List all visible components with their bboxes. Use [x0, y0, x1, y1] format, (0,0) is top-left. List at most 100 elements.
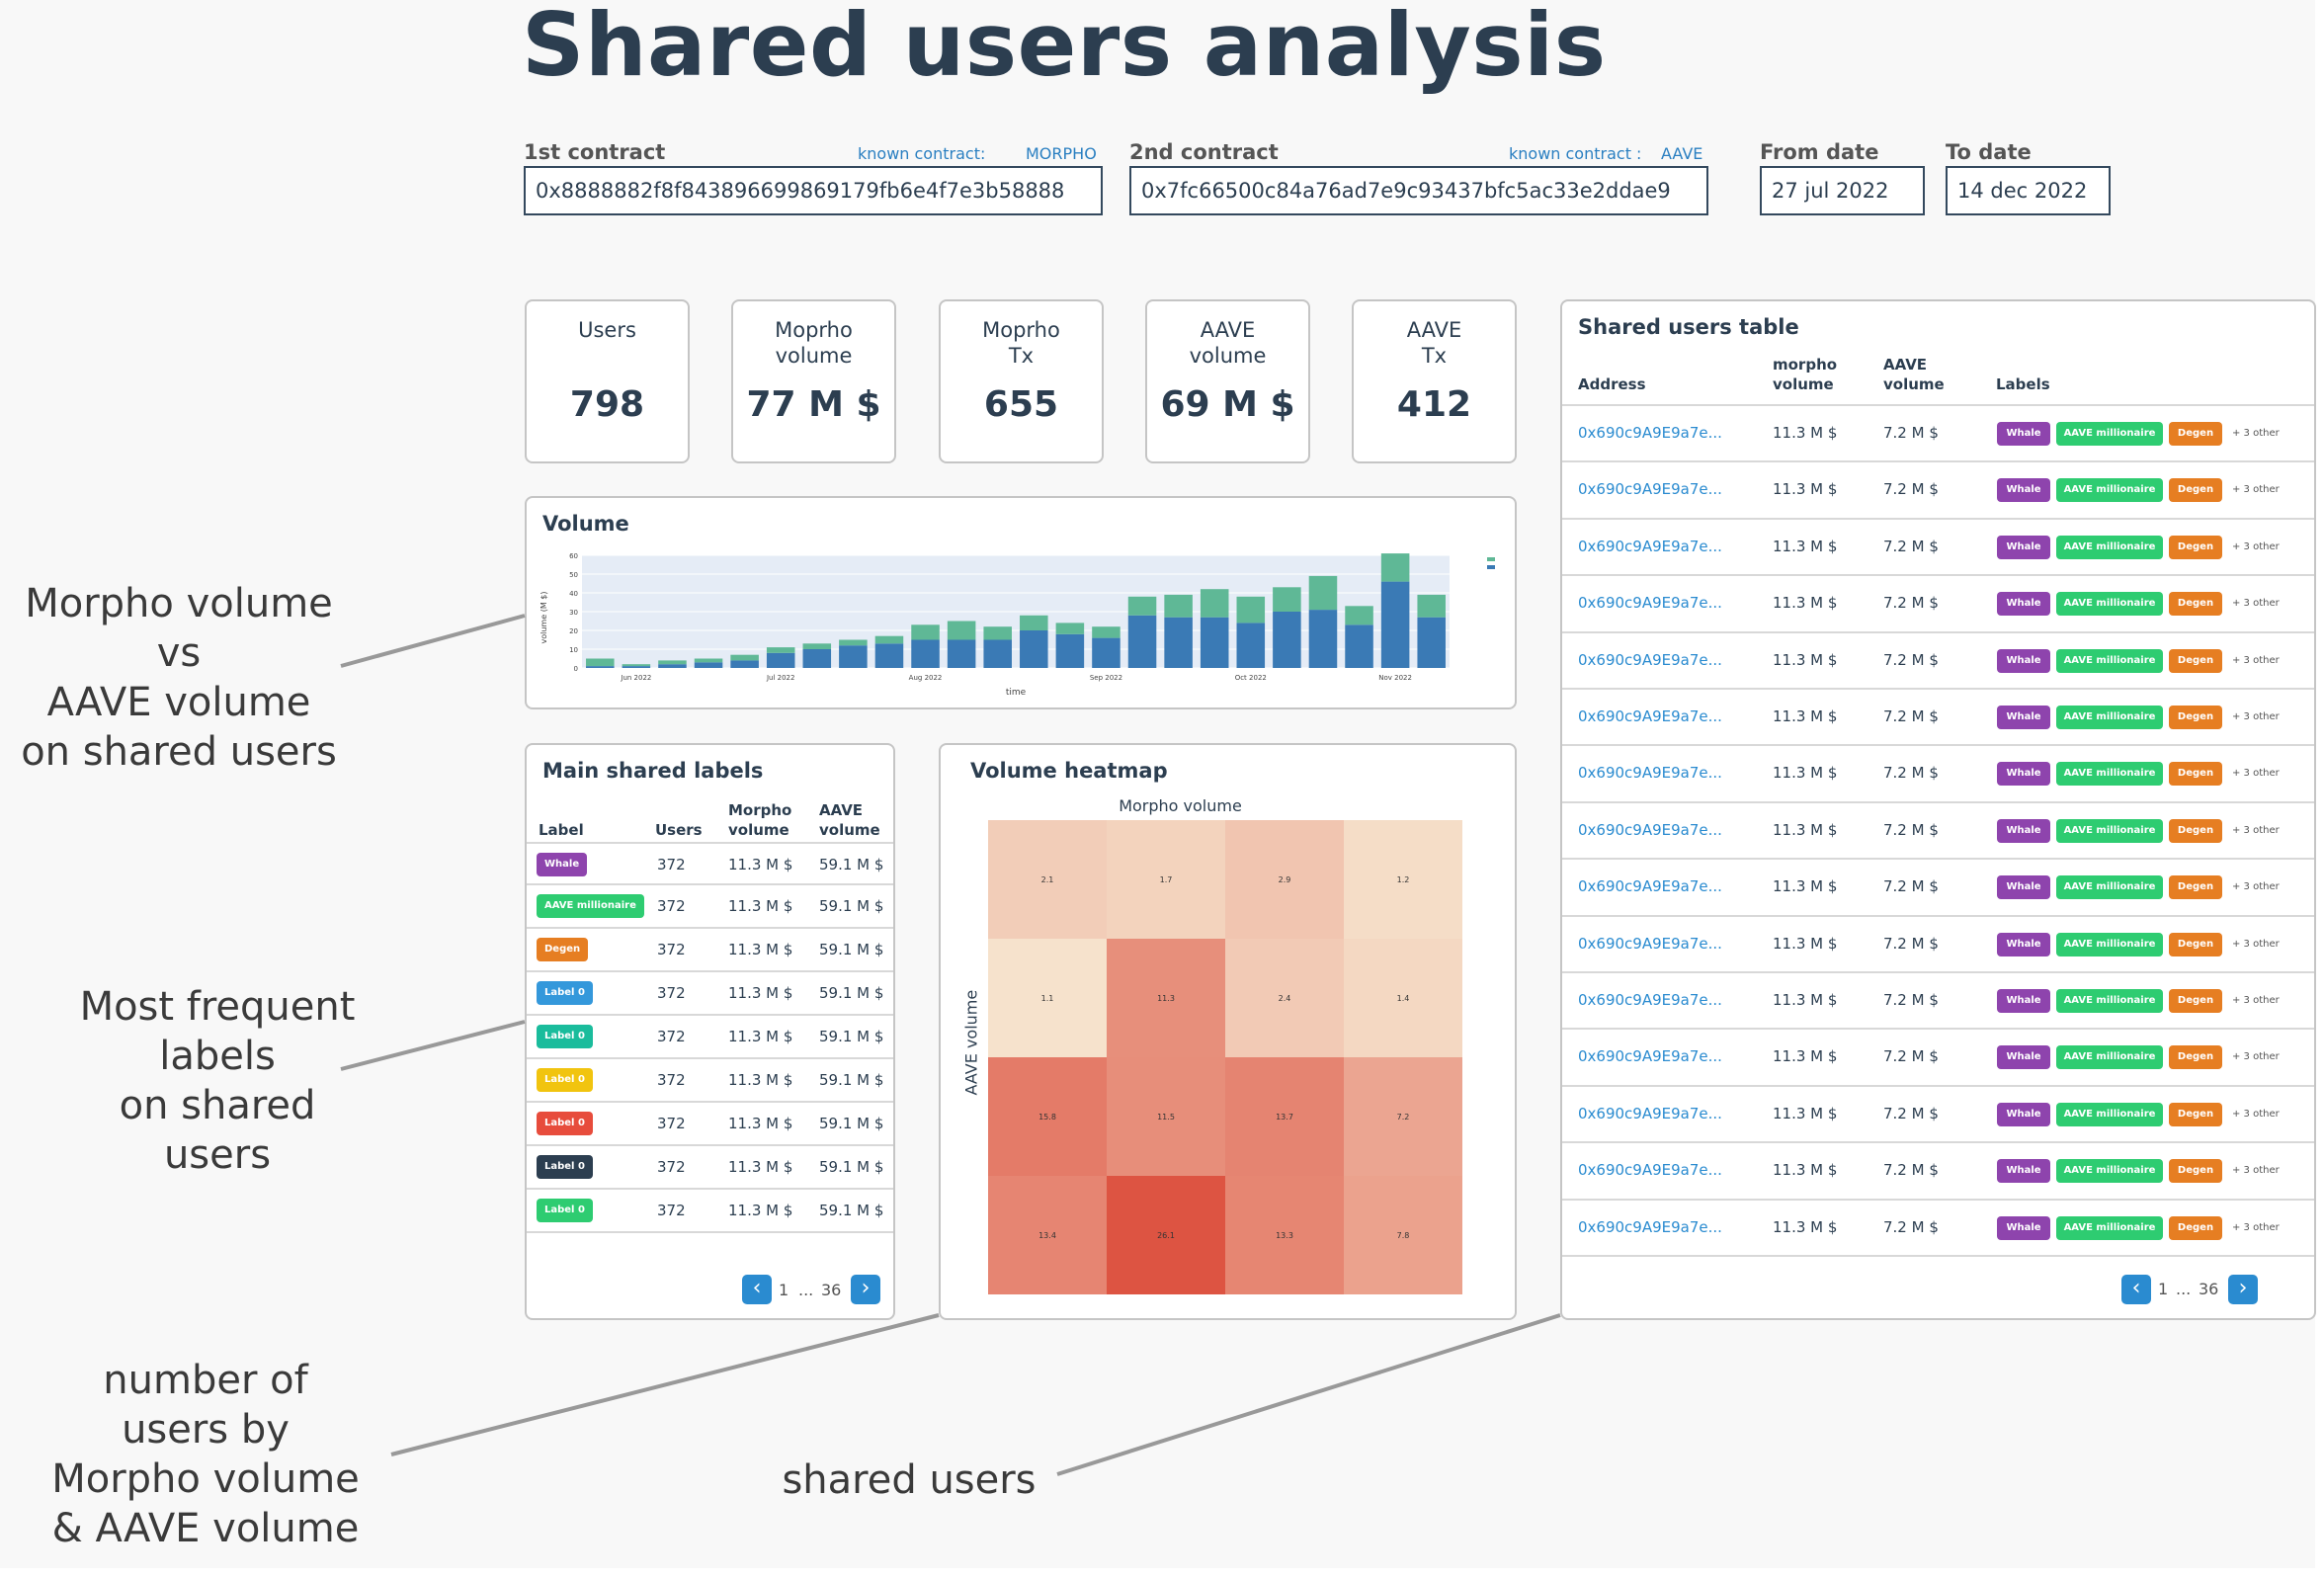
- whale-badge[interactable]: Whale: [1997, 422, 2050, 446]
- from-date-input[interactable]: 27 jul 2022: [1760, 166, 1925, 215]
- first-contract-input[interactable]: 0x8888882f8f843896699869179fb6e4f7e3b588…: [524, 166, 1103, 215]
- more-labels-link[interactable]: + 3 other: [2232, 484, 2280, 495]
- address-link[interactable]: 0x690c9A9E9a7e...: [1578, 538, 1722, 555]
- address-link[interactable]: 0x690c9A9E9a7e...: [1578, 594, 1722, 612]
- second-contract-input[interactable]: 0x7fc66500c84a76ad7e9c93437bfc5ac33e2dda…: [1129, 166, 1708, 215]
- aave-millionaire-badge[interactable]: AAVE millionaire: [2056, 535, 2163, 559]
- labels-next-page-button[interactable]: ›: [851, 1275, 880, 1304]
- label-badge[interactable]: Label 0: [537, 981, 593, 1005]
- degen-badge[interactable]: Degen: [2169, 1159, 2222, 1184]
- label-badge[interactable]: Label 0: [537, 1155, 593, 1179]
- degen-badge[interactable]: Degen: [2169, 932, 2222, 956]
- labels-prev-page-button[interactable]: ‹: [742, 1275, 772, 1304]
- aave-millionaire-badge[interactable]: AAVE millionaire: [2056, 762, 2163, 787]
- x-tick-label: Nov 2022: [1378, 674, 1412, 682]
- whale-badge[interactable]: Whale: [1997, 818, 2050, 843]
- aave-millionaire-badge[interactable]: AAVE millionaire: [2056, 422, 2163, 446]
- aave-millionaire-badge[interactable]: AAVE millionaire: [2056, 932, 2163, 956]
- more-labels-link[interactable]: + 3 other: [2232, 881, 2280, 892]
- address-link[interactable]: 0x690c9A9E9a7e...: [1578, 1161, 1722, 1179]
- aave-volume-cell: 7.2 M $: [1883, 480, 1939, 499]
- aave-millionaire-badge[interactable]: AAVE millionaire: [2056, 989, 2163, 1013]
- whale-badge[interactable]: Whale: [1997, 989, 2050, 1013]
- aave-millionaire-badge[interactable]: AAVE millionaire: [2056, 818, 2163, 843]
- whale-badge[interactable]: Whale: [1997, 1215, 2050, 1240]
- whale-badge[interactable]: Whale: [1997, 535, 2050, 559]
- shared-prev-page-button[interactable]: ‹: [2121, 1275, 2151, 1304]
- label-morpho-volume-cell: 11.3 M $: [728, 1071, 793, 1089]
- more-labels-link[interactable]: + 3 other: [2232, 1165, 2280, 1176]
- labels-page-first[interactable]: 1: [779, 1281, 788, 1299]
- degen-badge[interactable]: Degen: [2169, 762, 2222, 787]
- label-badge[interactable]: Label 0: [537, 1025, 593, 1048]
- aave-millionaire-badge[interactable]: AAVE millionaire: [2056, 1159, 2163, 1184]
- whale-badge[interactable]: Whale: [1997, 1102, 2050, 1126]
- address-link[interactable]: 0x690c9A9E9a7e...: [1578, 651, 1722, 669]
- degen-badge[interactable]: Degen: [2169, 818, 2222, 843]
- whale-badge[interactable]: Whale: [1997, 706, 2050, 729]
- degen-badge[interactable]: Degen: [2169, 1102, 2222, 1126]
- address-link[interactable]: 0x690c9A9E9a7e...: [1578, 1047, 1722, 1065]
- degen-badge[interactable]: Degen: [2169, 422, 2222, 446]
- degen-badge[interactable]: Degen: [2169, 592, 2222, 617]
- shared-next-page-button[interactable]: ›: [2228, 1275, 2258, 1304]
- aave-millionaire-badge[interactable]: AAVE millionaire: [2056, 1102, 2163, 1126]
- address-link[interactable]: 0x690c9A9E9a7e...: [1578, 935, 1722, 953]
- aave-millionaire-badge[interactable]: AAVE millionaire: [2056, 592, 2163, 617]
- label-badge[interactable]: Degen: [537, 938, 589, 961]
- whale-badge[interactable]: Whale: [1997, 648, 2050, 673]
- more-labels-link[interactable]: + 3 other: [2232, 428, 2280, 439]
- degen-badge[interactable]: Degen: [2169, 1045, 2222, 1070]
- whale-badge[interactable]: Whale: [1997, 1045, 2050, 1070]
- whale-badge[interactable]: Whale: [1997, 478, 2050, 503]
- degen-badge[interactable]: Degen: [2169, 989, 2222, 1013]
- more-labels-link[interactable]: + 3 other: [2232, 768, 2280, 779]
- aave-millionaire-badge[interactable]: AAVE millionaire: [2056, 706, 2163, 729]
- whale-badge[interactable]: Whale: [1997, 762, 2050, 787]
- whale-badge[interactable]: Whale: [1997, 592, 2050, 617]
- aave-millionaire-badge[interactable]: AAVE millionaire: [2056, 478, 2163, 503]
- labels-page-last[interactable]: 36: [821, 1281, 841, 1299]
- address-link[interactable]: 0x690c9A9E9a7e...: [1578, 707, 1722, 725]
- degen-badge[interactable]: Degen: [2169, 478, 2222, 503]
- more-labels-link[interactable]: + 3 other: [2232, 541, 2280, 552]
- label-badge[interactable]: Whale: [537, 853, 588, 876]
- address-link[interactable]: 0x690c9A9E9a7e...: [1578, 424, 1722, 442]
- to-date-input[interactable]: 14 dec 2022: [1946, 166, 2111, 215]
- label-badge[interactable]: Label 0: [537, 1068, 593, 1092]
- shared-page-first[interactable]: 1: [2158, 1280, 2168, 1298]
- more-labels-link[interactable]: + 3 other: [2232, 939, 2280, 950]
- degen-badge[interactable]: Degen: [2169, 875, 2222, 900]
- aave-millionaire-badge[interactable]: AAVE millionaire: [2056, 1045, 2163, 1070]
- aave-millionaire-badge[interactable]: AAVE millionaire: [2056, 1215, 2163, 1240]
- address-link[interactable]: 0x690c9A9E9a7e...: [1578, 480, 1722, 498]
- degen-badge[interactable]: Degen: [2169, 648, 2222, 673]
- degen-badge[interactable]: Degen: [2169, 706, 2222, 729]
- address-link[interactable]: 0x690c9A9E9a7e...: [1578, 821, 1722, 839]
- address-link[interactable]: 0x690c9A9E9a7e...: [1578, 1105, 1722, 1122]
- more-labels-link[interactable]: + 3 other: [2232, 655, 2280, 666]
- address-link[interactable]: 0x690c9A9E9a7e...: [1578, 1218, 1722, 1236]
- whale-badge[interactable]: Whale: [1997, 1159, 2050, 1184]
- address-link[interactable]: 0x690c9A9E9a7e...: [1578, 764, 1722, 782]
- degen-badge[interactable]: Degen: [2169, 1215, 2222, 1240]
- more-labels-link[interactable]: + 3 other: [2232, 995, 2280, 1006]
- label-badge[interactable]: Label 0: [537, 1112, 593, 1135]
- aave-millionaire-badge[interactable]: AAVE millionaire: [2056, 875, 2163, 900]
- label-badge[interactable]: Label 0: [537, 1199, 593, 1222]
- more-labels-link[interactable]: + 3 other: [2232, 711, 2280, 722]
- degen-badge[interactable]: Degen: [2169, 535, 2222, 559]
- more-labels-link[interactable]: + 3 other: [2232, 1109, 2280, 1120]
- more-labels-link[interactable]: + 3 other: [2232, 825, 2280, 836]
- aave-millionaire-badge[interactable]: AAVE millionaire: [2056, 648, 2163, 673]
- address-link[interactable]: 0x690c9A9E9a7e...: [1578, 877, 1722, 895]
- address-link[interactable]: 0x690c9A9E9a7e...: [1578, 991, 1722, 1009]
- more-labels-link[interactable]: + 3 other: [2232, 1222, 2280, 1233]
- whale-badge[interactable]: Whale: [1997, 932, 2050, 956]
- whale-badge[interactable]: Whale: [1997, 875, 2050, 900]
- more-labels-link[interactable]: + 3 other: [2232, 1051, 2280, 1062]
- label-badge[interactable]: AAVE millionaire: [537, 894, 644, 918]
- shared-page-last[interactable]: 36: [2199, 1280, 2218, 1298]
- bar-aave: [1092, 626, 1120, 638]
- more-labels-link[interactable]: + 3 other: [2232, 598, 2280, 609]
